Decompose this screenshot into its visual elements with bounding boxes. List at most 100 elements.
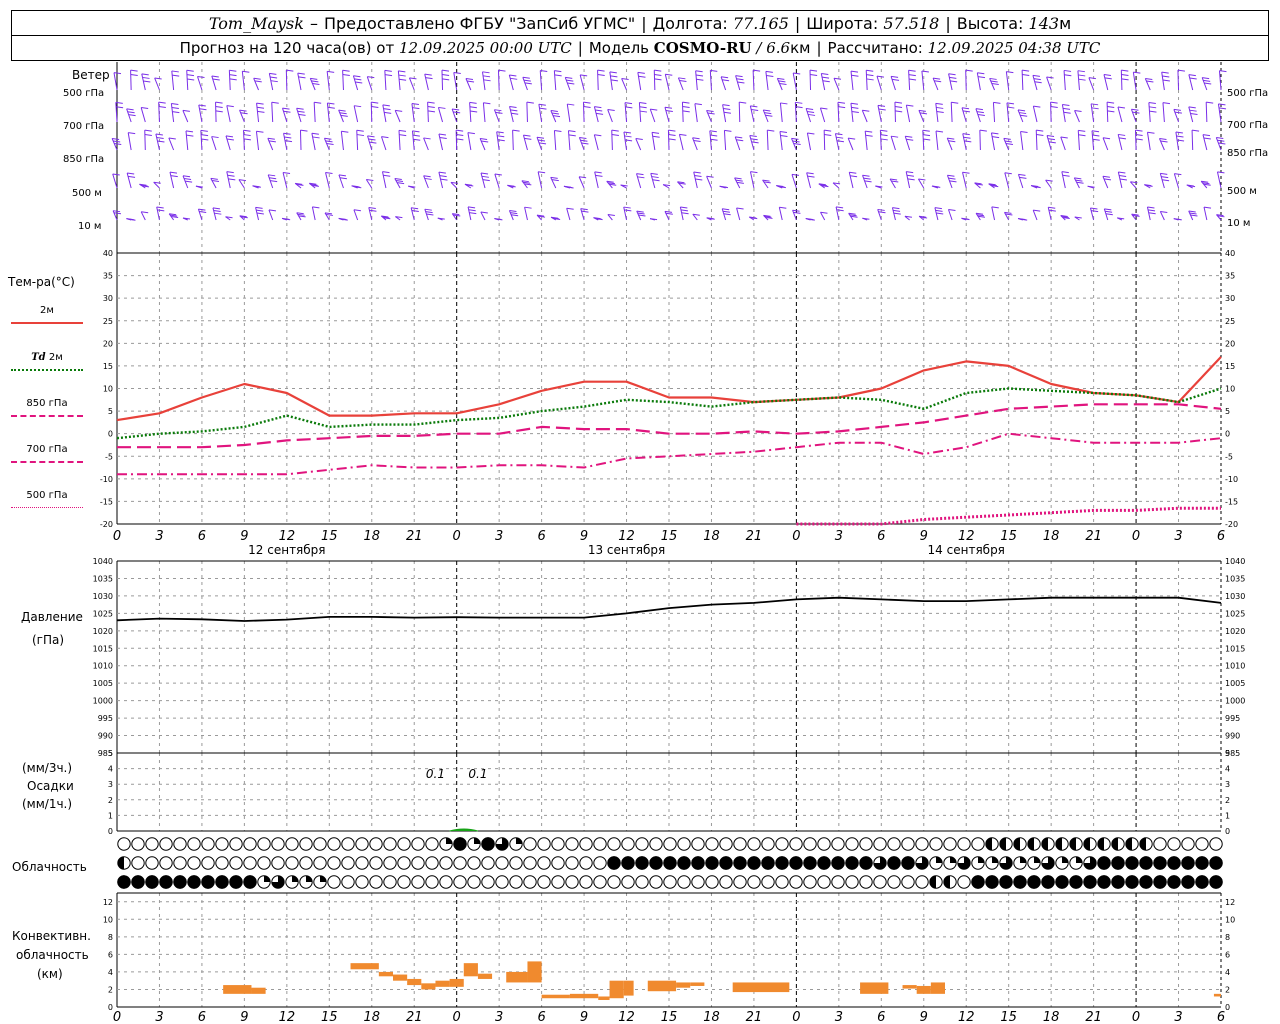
wind-barb [1200,180,1211,189]
cloud-circle [131,856,145,870]
wind-barb-feather [215,105,223,108]
wind-barb [215,101,223,123]
cloud-symbol [201,856,215,870]
wind-barb-feather [282,172,291,175]
conv-title-1: Конвективн. [12,929,91,943]
cloud-symbol [803,837,817,851]
wind-barb-feather [1036,129,1044,132]
wind-barb-feather [510,109,518,112]
cloud-circle [915,875,929,889]
cloud-symbol [635,875,649,889]
wind-barb [678,133,687,151]
cloud-circle [159,837,173,851]
wind-barb-feather [736,78,744,81]
pressure-tick-label: 1035 [93,574,113,583]
cloud-fill [1097,856,1111,870]
wind-barb [1116,217,1125,221]
wind-barb-staff [408,77,415,91]
wind-barb [921,70,929,91]
wind-barb [1132,71,1141,91]
wind-barb-feather [497,135,505,138]
cloud-fill [705,856,719,870]
wind-barb-feather [469,212,477,215]
wind-barb-feather [399,134,407,137]
wind-barb-feather [579,136,587,139]
cloud-fill [649,856,663,870]
wind-barb [862,174,872,189]
wind-barb [494,173,502,189]
wind-barb-feather [836,136,844,139]
day-label: 12 сентября [248,543,325,557]
wind-barb [351,185,362,189]
cloud-circle [425,837,439,851]
wind-barb-staff [455,130,458,151]
wind-barb-feather [750,105,758,108]
wind-barb [427,101,436,123]
cloud-fill [306,875,313,882]
cloud-fill [1013,875,1027,889]
wind-barb [1005,71,1014,91]
conv-tick-label: 2 [108,985,113,994]
cloud-circle [873,837,887,851]
cloud-circle [397,837,411,851]
wind-barb-feather [240,112,248,115]
wind-barb [735,75,745,91]
wind-barb-staff [894,102,896,123]
wind-barb-feather [1176,135,1184,138]
wind-barb-feather [1118,133,1126,136]
wind-barb [891,207,901,221]
conv-bar [449,978,464,987]
wind-barb [706,217,715,221]
wind-barb-staff [1161,72,1165,91]
wind-barb-feather [243,129,251,132]
wind-barb-feather [668,133,676,136]
wind-barb-feather [1048,141,1056,144]
wind-barb-feather [1218,107,1227,110]
wind-barb-feather [695,74,704,77]
cloud-circle [565,875,579,889]
wind-barb [1035,129,1044,151]
cloud-symbol [1013,875,1027,889]
wind-barb-feather [650,108,658,111]
wind-barb-staff [709,70,712,91]
wind-barb-feather [1005,143,1014,146]
wind-barb-feather [1104,208,1112,211]
wind-barb-feather [989,77,997,80]
conv-title-2: облачность [16,948,89,962]
wind-barb-feather [1146,80,1154,83]
cloud-fill [978,856,985,863]
cloud-symbol [1027,856,1041,870]
cloud-circle [551,856,565,870]
wind-barb-feather [766,75,774,77]
cloud-symbol [621,856,635,870]
wind-level-right-label: 500 гПа [1227,88,1268,99]
wind-barb-staff [1188,74,1194,91]
wind-barb-staff [550,177,557,189]
cloud-fill [663,856,677,870]
wind-barb-staff [226,171,231,189]
wind-barb-feather [1088,77,1096,80]
cloud-circle [439,875,453,889]
wind-barb-feather [511,214,519,217]
wind-barb-feather [425,77,433,80]
wind-barb-staff [1032,75,1038,91]
wind-barb [946,137,956,151]
wind-barb [408,77,417,91]
wind-barb-staff [932,77,939,91]
wind-barb-feather [1117,106,1126,109]
wind-barb-feather [144,129,152,132]
cloud-symbol [677,856,691,870]
cloud-symbol [733,875,747,889]
wind-barb-feather [750,138,758,141]
wind-barb-staff [638,102,642,123]
wind-level-label: 10 м [78,221,102,232]
cloud-symbol [467,837,481,851]
conv-x-tick-label: 3 [495,1010,503,1024]
wind-barb-staff [1173,109,1180,123]
wind-barb-feather [226,105,234,108]
wind-barb-staff [890,136,896,151]
wind-barb [1061,171,1070,189]
wind-barb-feather [851,74,859,77]
pressure-tick-label: 1015 [93,644,113,653]
wind-barb [1186,184,1196,189]
